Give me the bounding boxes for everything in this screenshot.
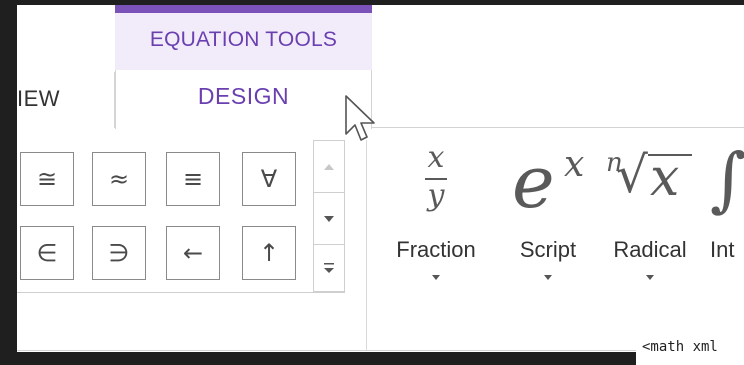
fraction-dropdown-arrow xyxy=(382,275,490,285)
radical-icon: n √ x xyxy=(604,130,696,230)
symbol-almost-equal[interactable]: ≈ xyxy=(92,152,146,206)
ribbon-bottom-border xyxy=(17,350,637,351)
tab-review-label: IEW xyxy=(17,86,61,111)
tab-design[interactable]: DESIGN xyxy=(115,70,372,129)
fraction-icon-numerator: x xyxy=(427,140,445,175)
fraction-icon: x y xyxy=(382,130,490,230)
radical-icon-radicand: x xyxy=(650,148,680,208)
symbol-approx-equal[interactable]: ≅ xyxy=(20,152,74,206)
radical-button[interactable]: n √ x Radical xyxy=(604,130,696,300)
fraction-icon-denominator: y xyxy=(427,178,445,213)
integral-label: Int xyxy=(710,237,735,262)
code-snippet: <math xml xyxy=(636,335,744,365)
group-separator xyxy=(366,140,367,350)
symbol-contains[interactable]: ∋ xyxy=(92,226,146,280)
expand-gallery-icon xyxy=(324,263,334,273)
symbol-left-arrow[interactable]: ← xyxy=(166,226,220,280)
script-button[interactable]: e x Script xyxy=(508,130,588,300)
script-icon-base: e xyxy=(512,140,555,224)
radical-icon-sign: √ xyxy=(616,146,648,204)
radical-label: Radical xyxy=(613,237,687,262)
script-label: Script xyxy=(519,237,577,262)
symbol-identical[interactable]: ≡ xyxy=(166,152,220,206)
contextual-tab-group-label: EQUATION TOOLS xyxy=(149,28,338,51)
script-icon-superscript: x xyxy=(564,144,585,185)
gallery-bottom-border xyxy=(17,292,345,293)
gallery-scroll-down-button[interactable] xyxy=(314,193,344,245)
script-icon: e x xyxy=(508,130,588,230)
tab-review[interactable]: IEW xyxy=(17,72,115,128)
contextual-tab-accent-band xyxy=(115,5,372,13)
chevron-up-icon xyxy=(324,163,334,170)
tab-design-label: DESIGN xyxy=(197,83,290,109)
symbol-element-of[interactable]: ∈ xyxy=(20,226,74,280)
contextual-tab-group-header: EQUATION TOOLS xyxy=(115,13,372,70)
chevron-down-icon xyxy=(324,215,334,222)
integral-icon-symbol: ∫ xyxy=(710,138,744,220)
gallery-more-button[interactable] xyxy=(314,245,344,291)
script-dropdown-arrow xyxy=(508,275,588,285)
gallery-scrollbar xyxy=(313,140,345,292)
integral-button[interactable]: ∫ Int xyxy=(710,130,744,300)
integral-icon: ∫ xyxy=(710,130,744,230)
active-tab-connector xyxy=(116,127,371,130)
fraction-button[interactable]: x y Fraction xyxy=(382,130,490,300)
radical-dropdown-arrow xyxy=(604,275,696,285)
mouse-pointer-icon xyxy=(345,95,375,141)
gallery-scroll-up-button[interactable] xyxy=(314,141,344,193)
fraction-label: Fraction xyxy=(396,237,476,262)
symbol-for-all[interactable]: ∀ xyxy=(242,152,296,206)
symbol-up-arrow[interactable]: ↑ xyxy=(242,226,296,280)
